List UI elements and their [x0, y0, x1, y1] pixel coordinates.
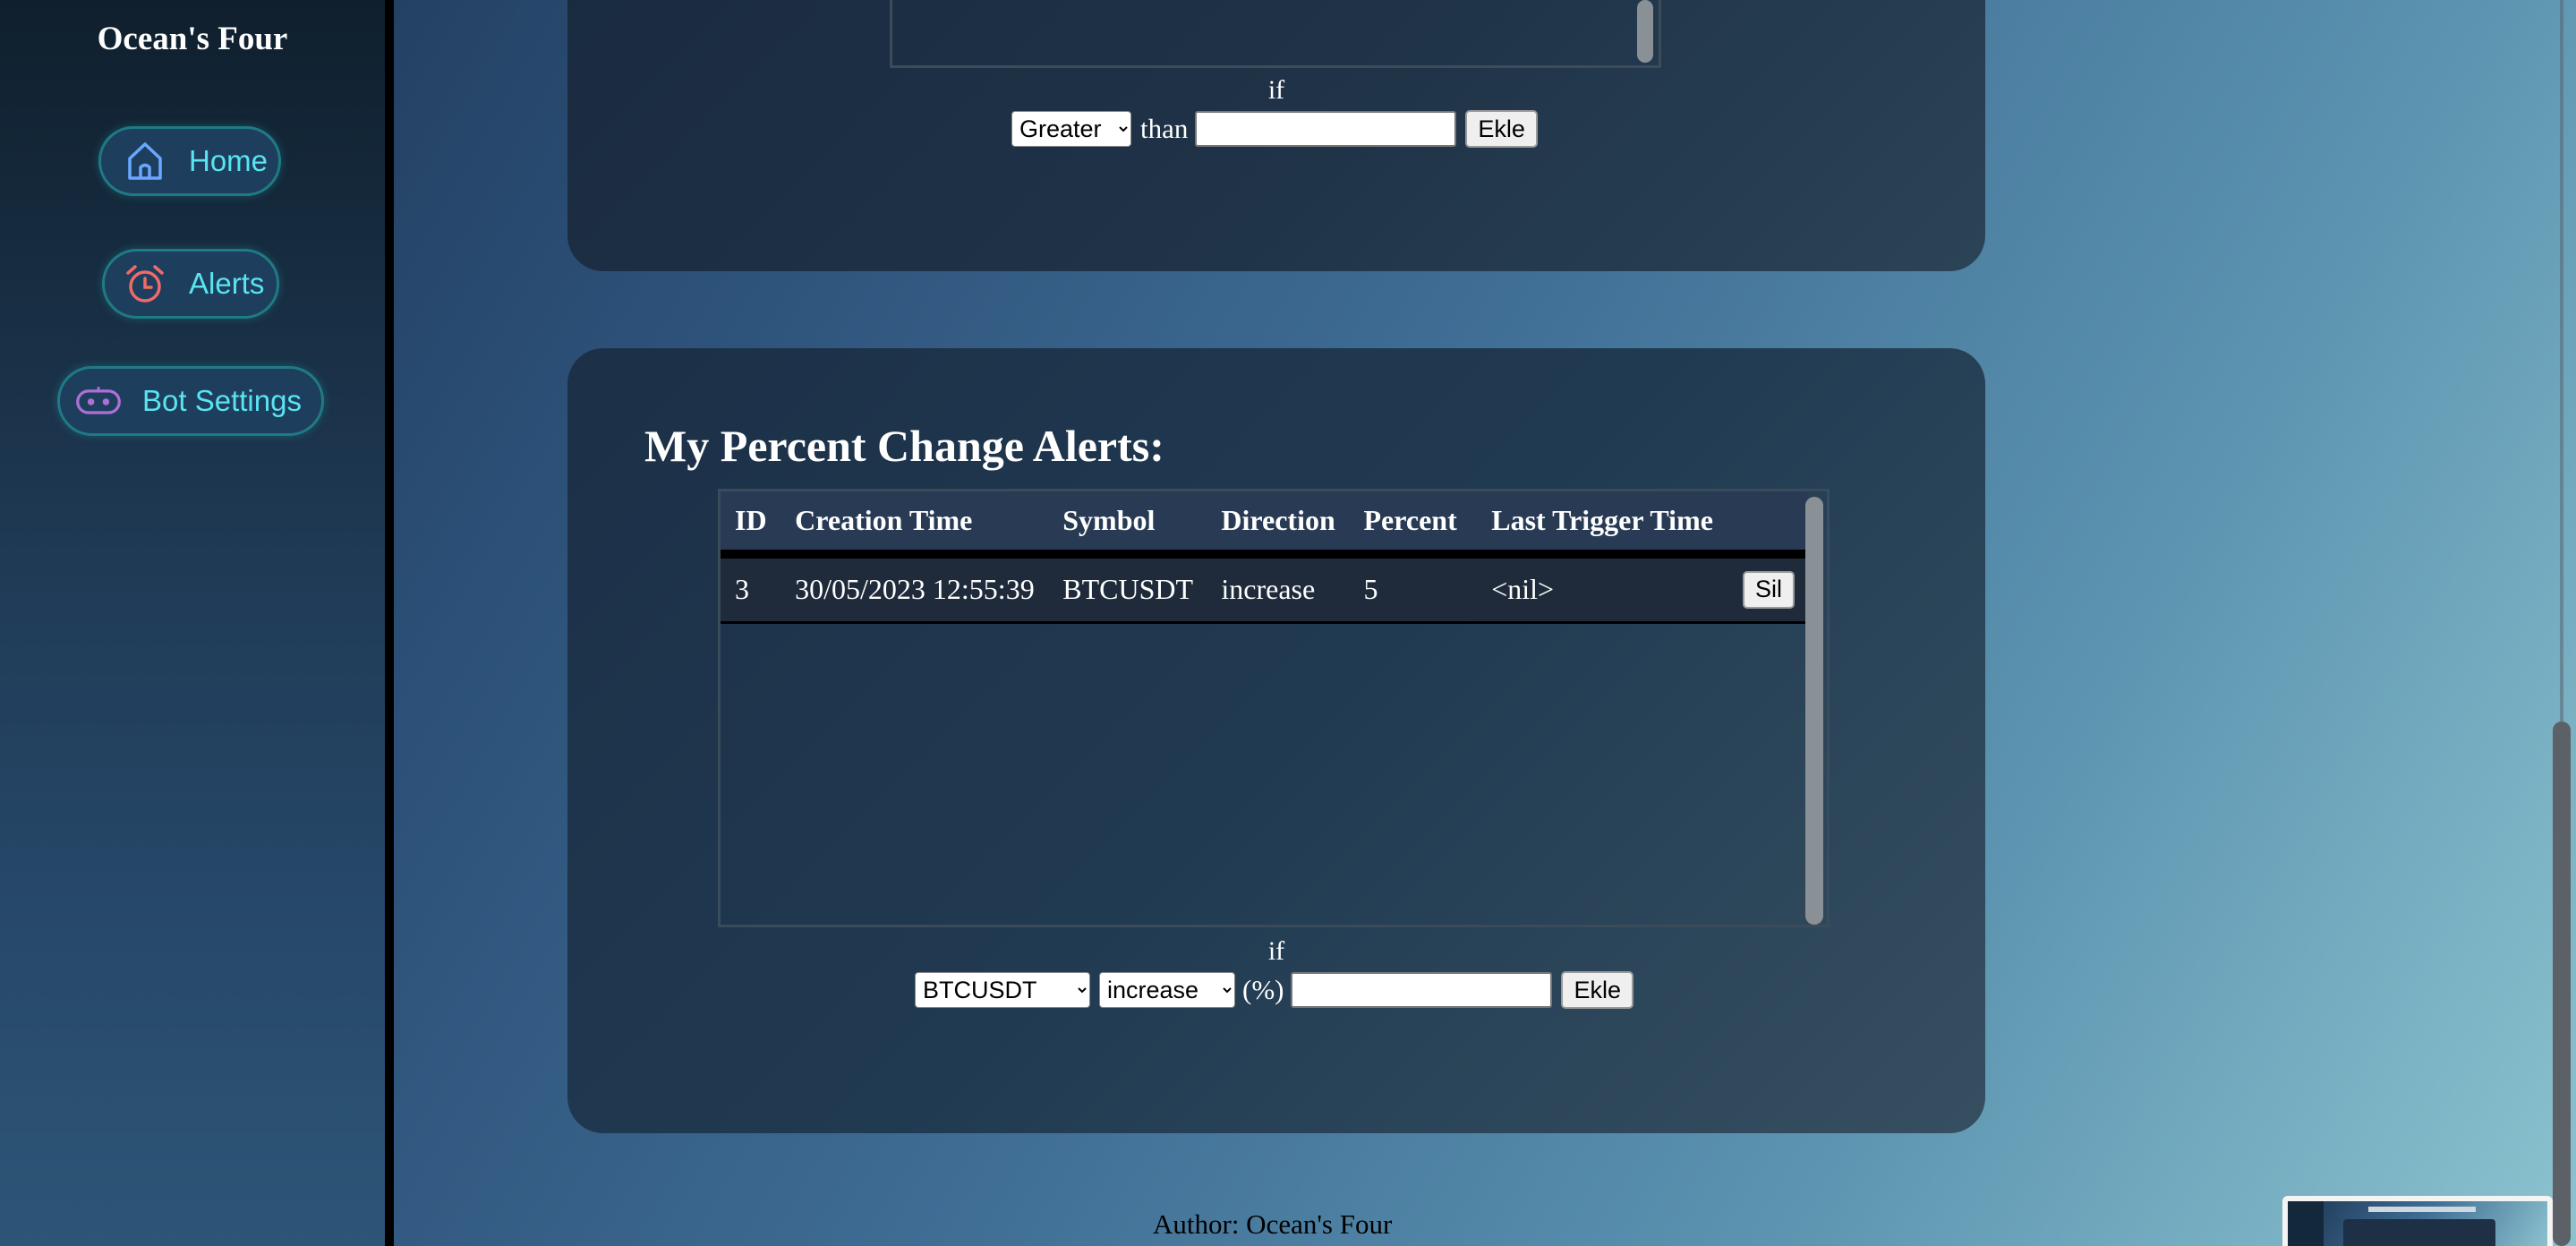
- page-scrollbar[interactable]: [2547, 0, 2576, 1246]
- robot-icon: [74, 377, 123, 425]
- column-header-creation-time: Creation Time: [795, 504, 973, 536]
- percent-alert-if-label: if: [1267, 936, 1285, 966]
- brand-title: Ocean's Four: [97, 21, 288, 57]
- cell-action: Sil: [1713, 554, 1807, 622]
- percent-alerts-card: My Percent Change Alerts: ID Creation Ti…: [567, 348, 1985, 1133]
- sidebar: Ocean's Four Home Alerts Bot Settings: [0, 0, 394, 1246]
- cell-percent: 5: [1363, 573, 1378, 606]
- price-alerts-scrollbar[interactable]: [1637, 0, 1653, 63]
- screenshot-preview-thumbnail[interactable]: [2282, 1196, 2553, 1246]
- symbol-select[interactable]: BTCUSDT: [915, 972, 1090, 1008]
- nav-alerts-button[interactable]: Alerts: [102, 249, 279, 319]
- price-add-button[interactable]: Ekle: [1465, 110, 1538, 148]
- percent-alert-form: BTCUSDT increase (%) Ekle: [915, 971, 1634, 1009]
- column-header-last-trigger-time: Last Trigger Time: [1491, 504, 1713, 536]
- cell-last-trigger-time: <nil>: [1491, 573, 1555, 606]
- nav-home-label: Home: [189, 144, 269, 177]
- column-header-symbol: Symbol: [1062, 504, 1156, 536]
- percent-alerts-title: My Percent Change Alerts:: [644, 421, 1164, 471]
- percent-value-input[interactable]: [1291, 972, 1553, 1008]
- column-header-id: ID: [735, 504, 767, 536]
- percent-alerts-table-box: ID Creation Time Symbol Direction Percen…: [718, 489, 1830, 927]
- page-scrollbar-track: [2560, 0, 2563, 721]
- direction-select[interactable]: increase: [1099, 972, 1235, 1008]
- cell-symbol: BTCUSDT: [1062, 573, 1194, 606]
- table-row: 3 30/05/2023 12:55:39 BTCUSDT increase 5…: [721, 554, 1807, 622]
- table-header-row: ID Creation Time Symbol Direction Percen…: [721, 491, 1807, 554]
- thumbnail-image: [2288, 1201, 2547, 1246]
- percent-alerts-table: ID Creation Time Symbol Direction Percen…: [721, 491, 1807, 624]
- percent-add-button[interactable]: Ekle: [1561, 971, 1634, 1009]
- than-label: than: [1140, 113, 1189, 144]
- price-alerts-card: if Greater than Ekle: [567, 0, 1985, 271]
- column-header-action: [1713, 491, 1807, 554]
- percent-alerts-scrollbar[interactable]: [1805, 497, 1823, 925]
- column-header-percent: Percent: [1363, 504, 1457, 536]
- nav-bot-settings-button[interactable]: Bot Settings: [57, 366, 324, 436]
- nav-alerts-label: Alerts: [189, 267, 265, 300]
- cell-id: 3: [735, 573, 749, 606]
- delete-alert-button[interactable]: Sil: [1742, 570, 1795, 609]
- percent-unit-label: (%): [1242, 974, 1284, 1005]
- cell-direction: increase: [1221, 573, 1316, 606]
- nav-home-button[interactable]: Home: [98, 126, 281, 196]
- home-icon: [121, 137, 169, 185]
- comparison-select[interactable]: Greater: [1011, 111, 1131, 147]
- price-alert-if-label: if: [1267, 75, 1285, 105]
- alarm-clock-icon: [121, 260, 169, 308]
- footer-author: Author: Ocean's Four: [1153, 1208, 1393, 1240]
- price-value-input[interactable]: [1195, 111, 1457, 147]
- nav-bot-settings-label: Bot Settings: [142, 384, 302, 417]
- price-alerts-table-box: [890, 0, 1661, 68]
- column-header-direction: Direction: [1221, 504, 1335, 536]
- price-alert-form: Greater than Ekle: [1011, 110, 1538, 148]
- cell-creation-time: 30/05/2023 12:55:39: [795, 573, 1035, 606]
- page-scrollbar-thumb[interactable]: [2553, 721, 2571, 1246]
